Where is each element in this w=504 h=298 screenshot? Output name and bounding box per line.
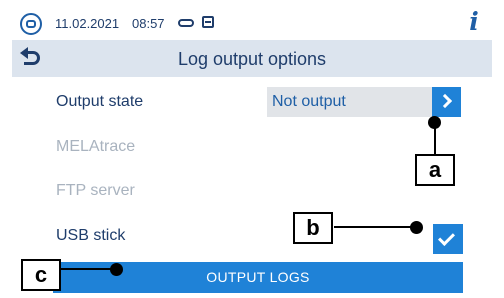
output-state-next-button[interactable] bbox=[432, 87, 461, 117]
back-arrow-icon bbox=[20, 47, 40, 65]
callout-a-dot bbox=[428, 116, 441, 129]
ftp-server-option: FTP server bbox=[56, 182, 135, 199]
info-button[interactable]: i bbox=[462, 7, 486, 37]
callout-c: c bbox=[21, 259, 61, 291]
chevron-right-icon bbox=[437, 93, 453, 109]
callout-a: a bbox=[415, 154, 455, 186]
callout-c-dot bbox=[110, 263, 123, 276]
back-button[interactable] bbox=[20, 47, 49, 69]
callout-b-dot bbox=[410, 221, 423, 234]
melatrace-option: MELAtrace bbox=[56, 138, 136, 155]
usb-stick-checkbox[interactable] bbox=[433, 224, 463, 254]
usb-stick-label: USB stick bbox=[56, 227, 126, 244]
status-time: 08:57 bbox=[132, 16, 165, 31]
usb-icon bbox=[178, 19, 194, 27]
output-state-value: Not output bbox=[272, 93, 346, 110]
printer-icon bbox=[202, 16, 214, 28]
output-state-label: Output state bbox=[56, 93, 144, 110]
callout-b-leader bbox=[334, 226, 416, 228]
checkmark-icon bbox=[438, 229, 455, 246]
callout-b: b bbox=[293, 212, 333, 244]
status-bar: 11.02.2021 08:57 i bbox=[12, 6, 492, 40]
status-date: 11.02.2021 bbox=[55, 16, 120, 31]
device-screen: 11.02.2021 08:57 i Log output options Ou… bbox=[12, 6, 492, 294]
page-title: Log output options bbox=[177, 49, 327, 69]
title-bar: Log output options bbox=[12, 40, 492, 77]
output-state-select[interactable]: Not output bbox=[267, 87, 461, 117]
device-logo-icon bbox=[20, 13, 42, 35]
callout-c-leader bbox=[61, 268, 117, 270]
